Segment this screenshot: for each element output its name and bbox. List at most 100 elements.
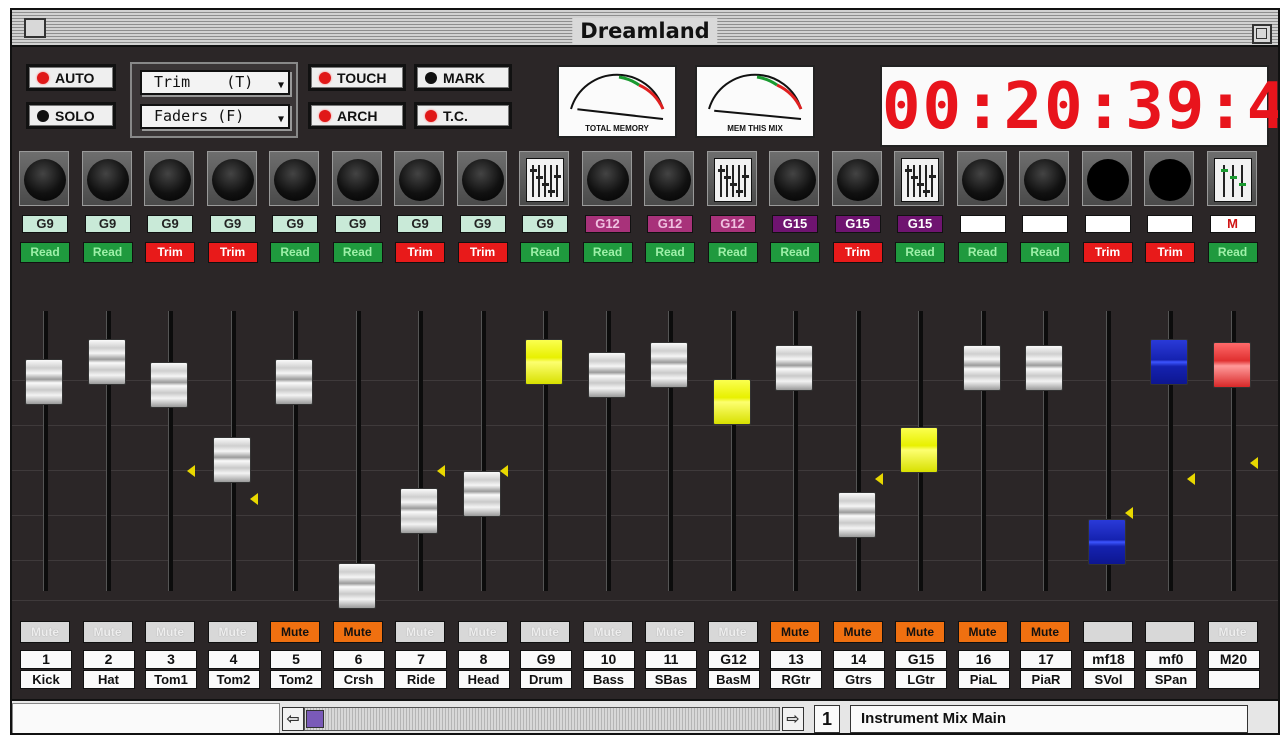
channel-name[interactable]: BasM bbox=[707, 670, 760, 689]
channel-name[interactable]: PiaR bbox=[1020, 670, 1072, 689]
channel-name[interactable]: Crsh bbox=[332, 670, 385, 689]
channel-name[interactable]: Tom2 bbox=[207, 670, 260, 689]
fader-handle[interactable] bbox=[150, 362, 188, 408]
channel-pan-control[interactable] bbox=[456, 151, 507, 206]
automation-mode-button[interactable]: Trim bbox=[145, 242, 195, 263]
arch-button[interactable]: ARCH bbox=[308, 102, 406, 129]
fader-handle[interactable] bbox=[962, 345, 1001, 391]
channel-name[interactable]: Gtrs bbox=[832, 670, 885, 689]
mute-button[interactable] bbox=[1082, 621, 1133, 643]
channel-group-label[interactable] bbox=[1147, 215, 1193, 233]
fader-handle[interactable] bbox=[1087, 519, 1126, 565]
channel-name[interactable]: Tom1 bbox=[145, 670, 197, 689]
channel-group-label[interactable]: G15 bbox=[897, 215, 943, 233]
mute-button[interactable]: Mute bbox=[1207, 621, 1258, 643]
fader-track[interactable] bbox=[730, 311, 736, 591]
automation-mode-button[interactable]: Trim bbox=[1145, 242, 1195, 263]
fader-handle[interactable] bbox=[650, 342, 688, 388]
channel-pan-control[interactable] bbox=[269, 151, 319, 206]
channel-pan-control[interactable] bbox=[644, 151, 694, 206]
automation-mode-button[interactable]: Read bbox=[1020, 242, 1070, 263]
channel-pan-control[interactable] bbox=[331, 151, 382, 206]
faders-select[interactable]: Faders (F) ▼ bbox=[140, 104, 290, 129]
mix-number[interactable]: 1 bbox=[814, 705, 840, 733]
channel-group-label[interactable]: G9 bbox=[334, 215, 381, 233]
channel-pan-control[interactable] bbox=[81, 151, 132, 206]
fader-handle[interactable] bbox=[1212, 342, 1251, 388]
fader-handle[interactable] bbox=[587, 352, 626, 398]
horizontal-scrollbar[interactable] bbox=[304, 707, 780, 731]
channel-group-label[interactable]: G9 bbox=[397, 215, 443, 233]
channel-name[interactable] bbox=[1207, 670, 1260, 689]
channel-pan-control[interactable] bbox=[581, 151, 632, 206]
channel-pan-control[interactable] bbox=[206, 151, 257, 206]
channel-pan-control[interactable] bbox=[769, 151, 819, 206]
fader-handle[interactable] bbox=[25, 359, 63, 405]
channel-group-label[interactable]: M bbox=[1209, 215, 1256, 233]
solo-button[interactable]: SOLO bbox=[26, 102, 116, 129]
fader-handle[interactable] bbox=[337, 563, 376, 609]
automation-mode-button[interactable]: Read bbox=[770, 242, 820, 263]
tc-button[interactable]: T.C. bbox=[414, 102, 512, 129]
fader-handle[interactable] bbox=[462, 471, 501, 517]
mute-button[interactable]: Mute bbox=[832, 621, 883, 643]
channel-pan-control[interactable] bbox=[19, 151, 69, 206]
fader-handle[interactable] bbox=[1150, 339, 1188, 385]
channel-group-label[interactable] bbox=[1022, 215, 1068, 233]
channel-pan-control[interactable] bbox=[956, 151, 1007, 206]
fader-track[interactable] bbox=[418, 311, 423, 591]
channel-group-label[interactable]: G9 bbox=[522, 215, 568, 233]
automation-mode-button[interactable]: Read bbox=[895, 242, 945, 263]
automation-mode-button[interactable]: Trim bbox=[207, 242, 258, 263]
fader-track[interactable] bbox=[168, 311, 173, 591]
automation-mode-button[interactable]: Trim bbox=[1082, 242, 1133, 263]
fader-handle[interactable] bbox=[212, 437, 251, 483]
mute-button[interactable]: Mute bbox=[82, 621, 133, 643]
mute-button[interactable]: Mute bbox=[957, 621, 1008, 643]
automation-mode-button[interactable]: Read bbox=[1207, 242, 1258, 263]
mute-button[interactable] bbox=[1145, 621, 1195, 643]
mute-button[interactable]: Mute bbox=[707, 621, 758, 643]
fader-handle[interactable] bbox=[87, 339, 126, 385]
fader-track[interactable] bbox=[855, 311, 861, 591]
channel-group-label[interactable]: G15 bbox=[772, 215, 818, 233]
mark-button[interactable]: MARK bbox=[414, 64, 512, 91]
automation-mode-button[interactable]: Read bbox=[645, 242, 695, 263]
channel-pan-control[interactable] bbox=[706, 151, 757, 206]
channel-name[interactable]: SPan bbox=[1145, 670, 1197, 689]
fader-handle[interactable] bbox=[275, 359, 313, 405]
close-box[interactable] bbox=[24, 18, 46, 38]
mute-button[interactable]: Mute bbox=[1020, 621, 1070, 643]
channel-group-label[interactable]: G12 bbox=[647, 215, 693, 233]
channel-name[interactable]: Bass bbox=[582, 670, 635, 689]
channel-pan-control[interactable] bbox=[831, 151, 882, 206]
mute-button[interactable]: Mute bbox=[395, 621, 445, 643]
channel-group-label[interactable]: G9 bbox=[147, 215, 193, 233]
fader-handle[interactable] bbox=[837, 492, 876, 538]
mute-button[interactable]: Mute bbox=[520, 621, 570, 643]
title-bar[interactable]: Dreamland bbox=[12, 10, 1278, 47]
channel-pan-control[interactable] bbox=[519, 151, 569, 206]
fader-handle[interactable] bbox=[775, 345, 813, 391]
channel-group-label[interactable]: G12 bbox=[709, 215, 756, 233]
fader-handle[interactable] bbox=[900, 427, 938, 473]
channel-pan-control[interactable] bbox=[144, 151, 194, 206]
mute-button[interactable]: Mute bbox=[895, 621, 945, 643]
channel-name[interactable]: Tom2 bbox=[270, 670, 322, 689]
mute-button[interactable]: Mute bbox=[645, 621, 695, 643]
automation-mode-button[interactable]: Read bbox=[520, 242, 570, 263]
automation-mode-button[interactable]: Read bbox=[20, 242, 70, 263]
automation-mode-button[interactable]: Read bbox=[332, 242, 383, 263]
auto-button[interactable]: AUTO bbox=[26, 64, 116, 91]
channel-name[interactable]: Hat bbox=[82, 670, 135, 689]
automation-mode-button[interactable]: Read bbox=[957, 242, 1008, 263]
automation-mode-button[interactable]: Read bbox=[270, 242, 320, 263]
channel-group-label[interactable]: G12 bbox=[584, 215, 631, 233]
channel-group-label[interactable] bbox=[1084, 215, 1131, 233]
mix-name-field[interactable]: Instrument Mix Main bbox=[850, 705, 1248, 733]
channel-group-label[interactable]: G9 bbox=[459, 215, 506, 233]
fader-handle[interactable] bbox=[1025, 345, 1063, 391]
channel-name[interactable]: SVol bbox=[1082, 670, 1135, 689]
channel-name[interactable]: LGtr bbox=[895, 670, 947, 689]
channel-name[interactable]: Kick bbox=[20, 670, 72, 689]
